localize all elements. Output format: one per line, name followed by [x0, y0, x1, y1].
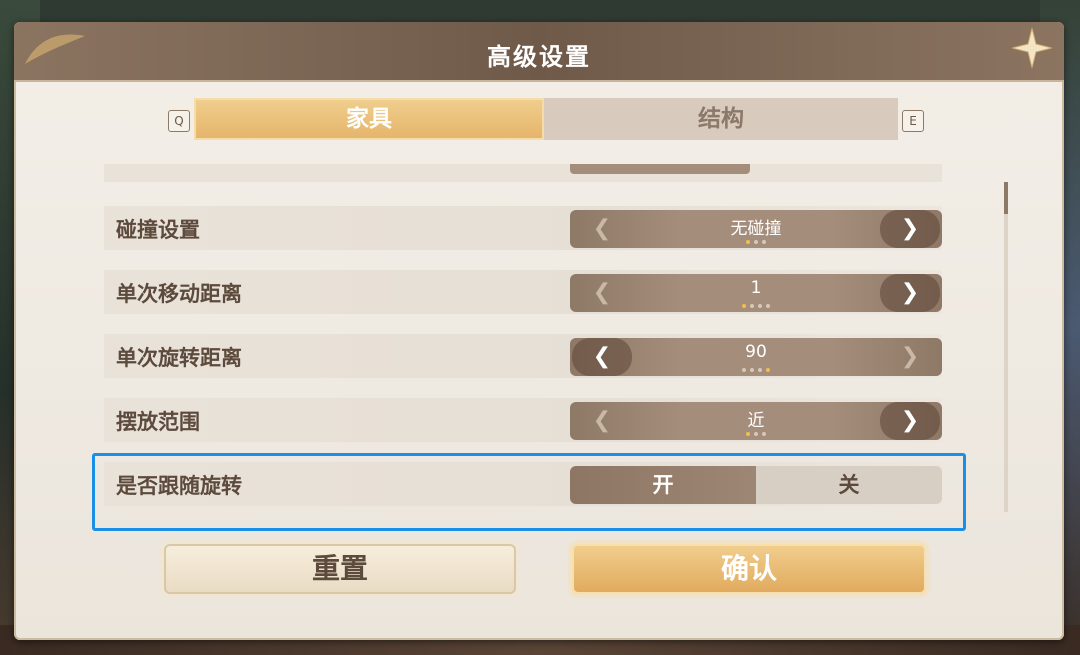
- dialog-header: 高级设置: [14, 22, 1064, 82]
- setting-label: 单次旋转距离: [116, 346, 242, 370]
- next-arrow-icon[interactable]: ❯: [880, 402, 940, 440]
- selector-value: 无碰撞: [730, 219, 782, 239]
- next-arrow-icon[interactable]: ❯: [880, 338, 940, 376]
- setting-row-move-distance: 单次移动距离 ❮ 1 ❯: [104, 270, 942, 314]
- confirm-button[interactable]: 确认: [572, 544, 926, 594]
- partial-selector: [570, 164, 750, 174]
- next-arrow-icon[interactable]: ❯: [880, 274, 940, 312]
- setting-label: 单次移动距离: [116, 282, 242, 306]
- move-distance-selector: ❮ 1 ❯: [570, 274, 942, 312]
- tab-structure[interactable]: 结构: [544, 98, 898, 140]
- setting-row-placement-range: 摆放范围 ❮ 近 ❯: [104, 398, 942, 442]
- tab-furniture[interactable]: 家具: [194, 98, 544, 140]
- rotate-distance-selector: ❮ 90 ❯: [570, 338, 942, 376]
- scrollbar[interactable]: [1004, 182, 1008, 512]
- next-arrow-icon[interactable]: ❯: [880, 210, 940, 248]
- selector-value: 近: [747, 411, 765, 431]
- collision-selector: ❮ 无碰撞 ❯: [570, 210, 942, 248]
- star-ornament-icon: [1011, 27, 1053, 69]
- category-tabs: 家具 结构: [194, 98, 898, 140]
- scrollbar-thumb[interactable]: [1004, 182, 1008, 214]
- dialog-title: 高级设置: [487, 43, 591, 71]
- selector-value: 90: [745, 342, 767, 362]
- setting-label: 摆放范围: [116, 410, 200, 434]
- reset-button[interactable]: 重置: [164, 544, 516, 594]
- scrolled-row-partial: [104, 164, 942, 182]
- setting-row-rotate-distance: 单次旋转距离 ❮ 90 ❯: [104, 334, 942, 378]
- setting-row-collision: 碰撞设置 ❮ 无碰撞 ❯: [104, 206, 942, 250]
- placement-range-selector: ❮ 近 ❯: [570, 402, 942, 440]
- advanced-settings-dialog: 高级设置 Q 家具 结构 E 碰撞设置 ❮ 无碰撞 ❯ 单次移动距离 ❮ 1 ❯: [14, 22, 1064, 640]
- setting-label: 碰撞设置: [116, 218, 200, 242]
- e-key-hint: E: [902, 110, 924, 132]
- selector-value: 1: [750, 278, 762, 298]
- q-key-hint: Q: [168, 110, 190, 132]
- selection-highlight: [92, 453, 966, 531]
